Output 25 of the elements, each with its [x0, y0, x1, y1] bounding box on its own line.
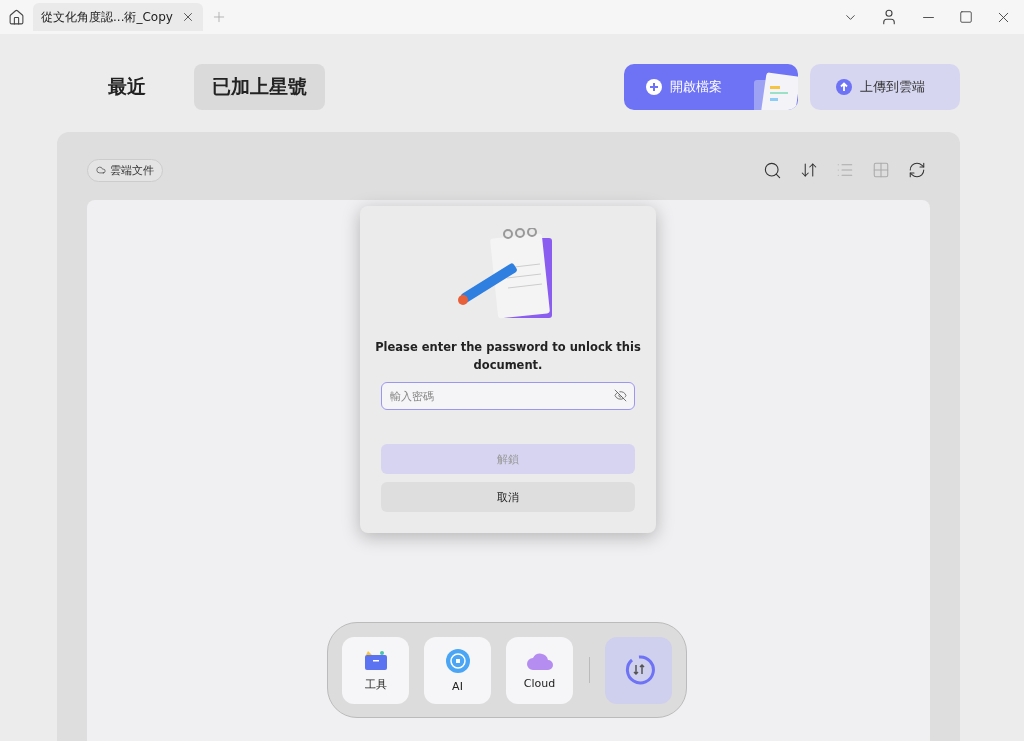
plus-circle-icon: [646, 79, 662, 95]
search-icon[interactable]: [763, 160, 782, 180]
ai-orb-icon: [444, 647, 471, 674]
open-file-button[interactable]: 開啟檔案: [624, 64, 798, 110]
folder-icon: [363, 648, 388, 671]
home-icon[interactable]: [8, 8, 25, 26]
dock-item[interactable]: AI: [424, 636, 491, 704]
user-icon[interactable]: [880, 8, 898, 26]
arrow-up-circle-icon: [836, 79, 852, 95]
password-field[interactable]: 輸入密碼: [381, 382, 635, 410]
nav-tab[interactable]: 最近: [90, 64, 164, 110]
upload-button[interactable]: 上傳到雲端: [810, 64, 960, 110]
refresh-icon[interactable]: [908, 160, 926, 180]
cloud-filter-chip[interactable]: 雲端文件: [87, 158, 163, 182]
cloud-icon: [96, 165, 106, 175]
dock-item[interactable]: 工具: [342, 636, 409, 704]
unlock-message: Please enter the password to unlock this document.: [374, 339, 642, 374]
nav-tab[interactable]: 已加上星號: [194, 64, 325, 110]
cancel-button[interactable]: 取消: [381, 482, 635, 512]
dock-item[interactable]: Cloud: [506, 636, 573, 704]
document-tab[interactable]: 從文化角度認...術_Copy: [33, 3, 203, 31]
maximize-icon[interactable]: [959, 10, 973, 24]
eye-off-icon[interactable]: [614, 389, 627, 402]
sync-button[interactable]: [605, 636, 672, 704]
sort-icon[interactable]: [800, 160, 818, 180]
